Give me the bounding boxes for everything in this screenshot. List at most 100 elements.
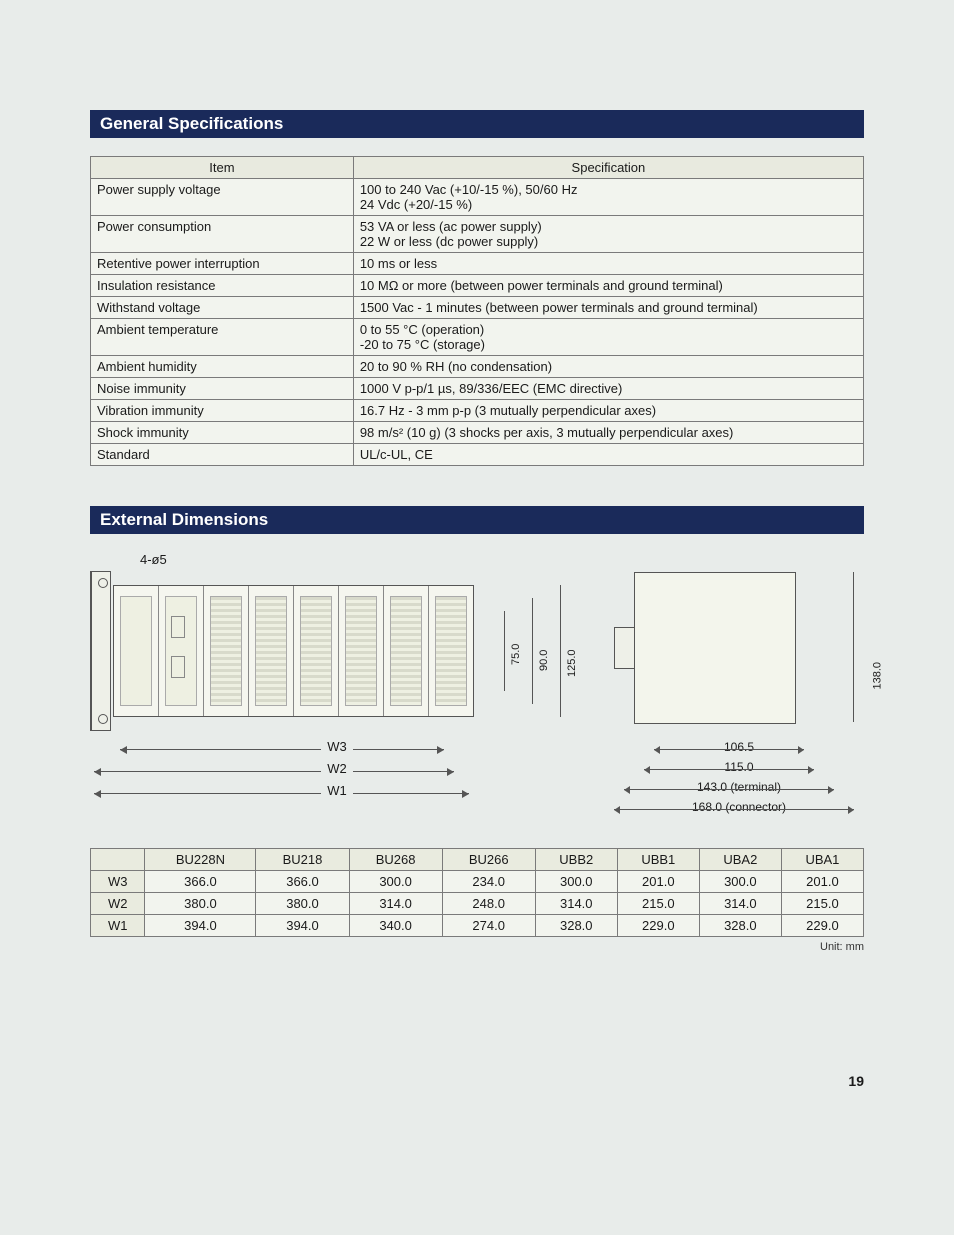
spec-item-cell: Ambient temperature xyxy=(91,319,354,356)
dim-value-cell: 394.0 xyxy=(256,915,349,937)
dim-header-cell: BU228N xyxy=(145,849,256,871)
dim-value-cell: 394.0 xyxy=(145,915,256,937)
dim-value-cell: 201.0 xyxy=(617,871,699,893)
dim-header-cell: BU266 xyxy=(442,849,535,871)
table-row: Insulation resistance10 MΩ or more (betw… xyxy=(91,275,864,297)
slot-cpu xyxy=(159,586,204,716)
dim-value-cell: 300.0 xyxy=(699,871,781,893)
dimensions-drawing: 4-ø5 xyxy=(90,552,864,820)
dim-value-cell: 215.0 xyxy=(781,893,863,915)
table-row: Withstand voltage1500 Vac - 1 minutes (b… xyxy=(91,297,864,319)
section-header-dimensions: External Dimensions xyxy=(90,506,864,534)
spec-item-cell: Ambient humidity xyxy=(91,356,354,378)
spec-value-cell: 53 VA or less (ac power supply)22 W or l… xyxy=(353,216,863,253)
dim-value-cell: 328.0 xyxy=(699,915,781,937)
dim-header-cell: BU268 xyxy=(349,849,442,871)
hole-label: 4-ø5 xyxy=(140,552,584,567)
dim-d3: 143.0 (terminal) xyxy=(697,780,781,794)
dim-value-cell: 380.0 xyxy=(145,893,256,915)
spec-value-cell: 20 to 90 % RH (no condensation) xyxy=(353,356,863,378)
table-row: Ambient humidity20 to 90 % RH (no conden… xyxy=(91,356,864,378)
spec-item-cell: Power supply voltage xyxy=(91,179,354,216)
dim-header-cell: BU218 xyxy=(256,849,349,871)
dim-h1: 75.0 xyxy=(510,644,522,665)
dim-side-height: 138.0 xyxy=(872,662,884,690)
section-header-general: General Specifications xyxy=(90,110,864,138)
unit-note: Unit: mm xyxy=(90,941,864,953)
side-body xyxy=(634,572,796,724)
dim-value-cell: 314.0 xyxy=(349,893,442,915)
spec-value-cell: 16.7 Hz - 3 mm p-p (3 mutually perpendic… xyxy=(353,400,863,422)
table-row: Shock immunity98 m/s² (10 g) (3 shocks p… xyxy=(91,422,864,444)
dim-w1: W1 xyxy=(321,783,353,798)
table-row: Retentive power interruption10 ms or les… xyxy=(91,253,864,275)
dim-value-cell: 314.0 xyxy=(535,893,617,915)
table-row: Vibration immunity16.7 Hz - 3 mm p-p (3 … xyxy=(91,400,864,422)
spec-table: Item Specification Power supply voltage1… xyxy=(90,156,864,466)
dim-value-cell: 340.0 xyxy=(349,915,442,937)
table-row: W3366.0366.0300.0234.0300.0201.0300.0201… xyxy=(91,871,864,893)
spec-value-cell: 1000 V p-p/1 µs, 89/336/EEC (EMC directi… xyxy=(353,378,863,400)
dim-h2: 90.0 xyxy=(538,650,550,671)
spec-value-cell: UL/c-UL, CE xyxy=(353,444,863,466)
spec-value-cell: 98 m/s² (10 g) (3 shocks per axis, 3 mut… xyxy=(353,422,863,444)
front-view: 75.0 90.0 125.0 xyxy=(90,571,584,731)
slot-io xyxy=(249,586,294,716)
dim-row-label: W1 xyxy=(91,915,145,937)
din-clip xyxy=(614,627,635,669)
dim-d1: 106.5 xyxy=(724,740,754,754)
dim-header-cell: UBA1 xyxy=(781,849,863,871)
front-height-dims: 75.0 90.0 125.0 xyxy=(484,585,584,717)
spec-item-cell: Power consumption xyxy=(91,216,354,253)
dim-value-cell: 234.0 xyxy=(442,871,535,893)
dim-row-label: W3 xyxy=(91,871,145,893)
dim-value-cell: 229.0 xyxy=(617,915,699,937)
slot-io xyxy=(204,586,249,716)
dim-value-cell: 314.0 xyxy=(699,893,781,915)
dim-header-cell xyxy=(91,849,145,871)
spec-header-item: Item xyxy=(91,157,354,179)
module-rack xyxy=(113,585,474,717)
slot-io xyxy=(429,586,473,716)
spec-header-spec: Specification xyxy=(353,157,863,179)
table-row: Noise immunity1000 V p-p/1 µs, 89/336/EE… xyxy=(91,378,864,400)
dim-header-cell: UBB1 xyxy=(617,849,699,871)
dim-w2: W2 xyxy=(321,761,353,776)
spec-value-cell: 1500 Vac - 1 minutes (between power term… xyxy=(353,297,863,319)
spec-item-cell: Withstand voltage xyxy=(91,297,354,319)
table-row: StandardUL/c-UL, CE xyxy=(91,444,864,466)
mounting-bracket xyxy=(91,571,111,731)
dim-row-label: W2 xyxy=(91,893,145,915)
spec-item-cell: Retentive power interruption xyxy=(91,253,354,275)
dim-value-cell: 300.0 xyxy=(349,871,442,893)
dim-header-cell: UBA2 xyxy=(699,849,781,871)
side-view: 138.0 xyxy=(614,572,864,732)
table-row: Power supply voltage100 to 240 Vac (+10/… xyxy=(91,179,864,216)
table-row: W2380.0380.0314.0248.0314.0215.0314.0215… xyxy=(91,893,864,915)
spec-item-cell: Noise immunity xyxy=(91,378,354,400)
table-row: W1394.0394.0340.0274.0328.0229.0328.0229… xyxy=(91,915,864,937)
dim-d2: 115.0 xyxy=(724,760,753,774)
spec-value-cell: 0 to 55 °C (operation)-20 to 75 °C (stor… xyxy=(353,319,863,356)
dim-value-cell: 366.0 xyxy=(145,871,256,893)
dim-value-cell: 229.0 xyxy=(781,915,863,937)
dim-value-cell: 366.0 xyxy=(256,871,349,893)
dim-value-cell: 274.0 xyxy=(442,915,535,937)
dim-d4: 168.0 (connector) xyxy=(692,800,786,814)
slot-io xyxy=(384,586,429,716)
page: General Specifications Item Specificatio… xyxy=(0,0,954,1149)
spec-item-cell: Insulation resistance xyxy=(91,275,354,297)
spec-item-cell: Vibration immunity xyxy=(91,400,354,422)
dimensions-table: BU228NBU218BU268BU266UBB2UBB1UBA2UBA1 W3… xyxy=(90,848,864,937)
spec-value-cell: 10 MΩ or more (between power terminals a… xyxy=(353,275,863,297)
spec-item-cell: Standard xyxy=(91,444,354,466)
dim-value-cell: 201.0 xyxy=(781,871,863,893)
table-row: Ambient temperature0 to 55 °C (operation… xyxy=(91,319,864,356)
dim-value-cell: 215.0 xyxy=(617,893,699,915)
table-row: Power consumption53 VA or less (ac power… xyxy=(91,216,864,253)
dim-value-cell: 328.0 xyxy=(535,915,617,937)
spec-value-cell: 100 to 240 Vac (+10/-15 %), 50/60 Hz24 V… xyxy=(353,179,863,216)
dim-header-cell: UBB2 xyxy=(535,849,617,871)
dim-h3: 125.0 xyxy=(566,649,578,677)
spec-item-cell: Shock immunity xyxy=(91,422,354,444)
